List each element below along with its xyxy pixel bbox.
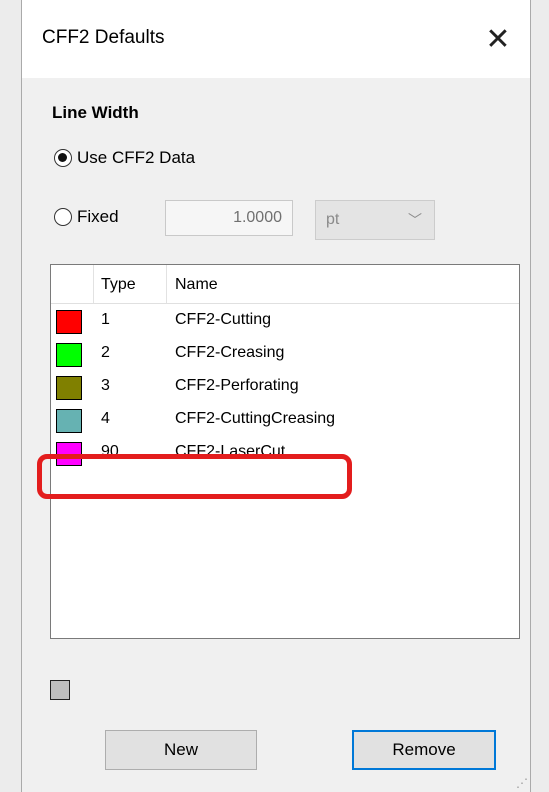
unit-select-value: pt: [326, 211, 340, 228]
name-cell: CFF2-CuttingCreasing: [175, 410, 336, 427]
color-swatch: [56, 442, 82, 466]
radio-unchecked-icon: [54, 208, 72, 226]
resize-grip-icon[interactable]: ⋰: [516, 776, 528, 790]
fixed-width-input[interactable]: 1.0000: [165, 200, 293, 236]
color-swatch: [56, 343, 82, 367]
line-width-label: Line Width: [52, 103, 139, 122]
background-left-edge: [0, 0, 23, 792]
type-cell: 90: [101, 443, 119, 460]
name-cell: CFF2-Perforating: [175, 377, 299, 394]
header-name[interactable]: Name: [167, 265, 519, 303]
unit-select[interactable]: pt ﹀: [315, 200, 435, 240]
type-cell: 1: [101, 311, 110, 328]
fixed-radio[interactable]: Fixed: [54, 207, 119, 227]
color-swatch: [56, 409, 82, 433]
close-button[interactable]: ✕: [466, 0, 530, 78]
name-cell: CFF2-Cutting: [175, 311, 272, 328]
new-button[interactable]: New: [105, 730, 257, 770]
name-cell: CFF2-Creasing: [175, 344, 285, 361]
table-row[interactable]: 2 CFF2-Creasing: [51, 338, 519, 371]
dialog-title: CFF2 Defaults: [42, 27, 165, 48]
use-cff2-data-label: Use CFF2 Data: [77, 148, 196, 167]
color-swatch: [56, 310, 82, 334]
header-color[interactable]: [51, 265, 94, 303]
color-preview-swatch[interactable]: [50, 680, 70, 700]
remove-button[interactable]: Remove: [352, 730, 496, 770]
title-bar: CFF2 Defaults ✕: [22, 0, 530, 78]
background-right-edge: [530, 0, 549, 792]
table-row[interactable]: 3 CFF2-Perforating: [51, 371, 519, 404]
cff2-defaults-dialog: CFF2 Defaults ✕ Line Width Use CFF2 Data…: [22, 0, 530, 792]
name-cell: CFF2-LaserCut: [175, 443, 286, 460]
list-header: Type Name: [51, 265, 519, 304]
color-swatch: [56, 376, 82, 400]
chevron-down-icon: ﹀: [408, 212, 422, 228]
close-icon: ✕: [485, 22, 511, 56]
table-row-selected[interactable]: 90 CFF2-LaserCut: [51, 437, 519, 470]
use-cff2-data-radio[interactable]: Use CFF2 Data: [54, 148, 195, 168]
line-type-list[interactable]: Type Name 1 CFF2-Cutting 2 CFF2-Creasing…: [50, 264, 520, 639]
table-row[interactable]: 4 CFF2-CuttingCreasing: [51, 404, 519, 437]
radio-checked-icon: [54, 149, 72, 167]
table-row[interactable]: 1 CFF2-Cutting: [51, 305, 519, 338]
type-cell: 4: [101, 410, 110, 427]
header-type[interactable]: Type: [93, 265, 167, 303]
type-cell: 2: [101, 344, 110, 361]
fixed-label: Fixed: [77, 207, 119, 226]
type-cell: 3: [101, 377, 110, 394]
